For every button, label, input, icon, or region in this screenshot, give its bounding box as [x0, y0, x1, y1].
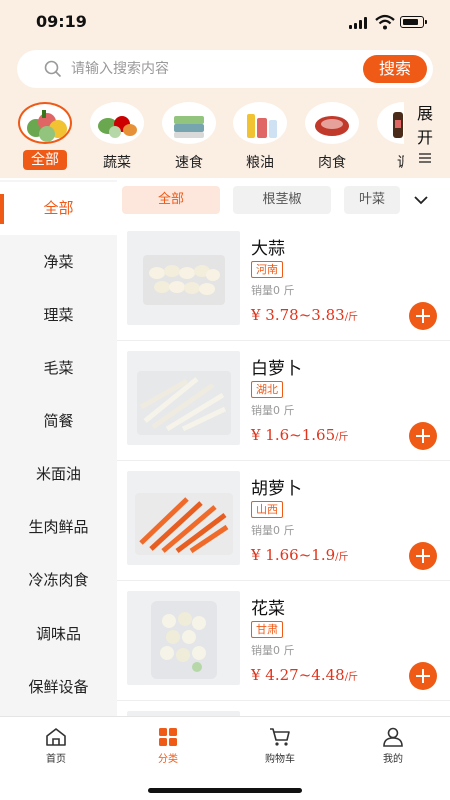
category-label: 速食 — [175, 155, 203, 171]
expand-label: 展开 — [416, 104, 433, 147]
search-input[interactable] — [71, 59, 361, 79]
product-item[interactable]: 白萝卜 湖北 销量0 斤 ¥ 1.6~1.65/斤 — [117, 342, 450, 461]
home-icon — [46, 728, 66, 746]
price: ¥ 4.27~4.48/斤 — [251, 666, 358, 684]
sales-count: 销量0 斤 — [251, 404, 295, 417]
search-bar: 搜索 — [17, 50, 433, 88]
sales-count: 销量0 斤 — [251, 524, 295, 537]
price-range: ¥ 1.6~1.65 — [251, 426, 336, 444]
product-image — [127, 231, 240, 325]
add-to-cart-button[interactable] — [409, 422, 437, 450]
price: ¥ 3.78~3.83/斤 — [251, 306, 358, 324]
vegetables-icon — [90, 102, 144, 144]
product-item[interactable] — [117, 702, 450, 716]
category-sidebar: 全部 净菜 理菜 毛菜 简餐 米面油 生肉鲜品 冷冻肉食 调味品 保鲜设备 — [0, 180, 117, 716]
sidebar-item-rice-flour-oil[interactable]: 米面油 — [0, 448, 117, 501]
price-unit: /斤 — [344, 312, 359, 323]
product-image — [127, 351, 240, 445]
category-grain-oil[interactable]: 粮油 — [230, 100, 290, 176]
nav-label: 购物车 — [265, 754, 295, 765]
category-label: 粮油 — [246, 155, 274, 171]
product-item[interactable]: 胡萝卜 山西 销量0 斤 ¥ 1.66~1.9/斤 — [117, 462, 450, 581]
nav-category[interactable]: 分类 — [128, 727, 208, 767]
category-all[interactable]: 全部 — [15, 100, 75, 176]
add-to-cart-button[interactable] — [409, 662, 437, 690]
sales-count: 销量0 斤 — [251, 644, 295, 657]
meat-icon — [305, 102, 359, 144]
sidebar-item-raw-veg[interactable]: 毛菜 — [0, 342, 117, 395]
category-seasoning[interactable]: 调 — [374, 100, 404, 176]
price-unit: /斤 — [335, 552, 349, 563]
chevron-down-icon[interactable] — [413, 194, 429, 206]
sidebar-item-fresh-meat[interactable]: 生肉鲜品 — [0, 501, 117, 554]
price: ¥ 1.6~1.65/斤 — [251, 426, 349, 444]
origin-badge: 山西 — [251, 501, 283, 518]
product-item[interactable]: 大蒜 河南 销量0 斤 ¥ 3.78~3.83/斤 — [117, 222, 450, 341]
wifi-icon — [375, 14, 395, 30]
subtab-all[interactable]: 全部 — [122, 186, 220, 214]
nav-home[interactable]: 首页 — [16, 727, 96, 767]
sidebar-item-clean-veg[interactable]: 净菜 — [0, 236, 117, 289]
sidebar-item-trimmed-veg[interactable]: 理菜 — [0, 289, 117, 342]
category-label: 肉食 — [318, 155, 346, 171]
sidebar-item-all[interactable]: 全部 — [0, 182, 117, 235]
category-fast-food[interactable]: 速食 — [159, 100, 219, 176]
origin-badge: 甘肃 — [251, 621, 283, 638]
header-area: 09:19 搜索 全部 — [0, 0, 450, 178]
user-icon — [383, 727, 403, 747]
category-grid-icon — [159, 728, 177, 746]
category-meat[interactable]: 肉食 — [302, 100, 362, 176]
product-image — [127, 471, 240, 565]
search-button[interactable]: 搜索 — [363, 55, 427, 83]
battery-icon — [400, 16, 427, 28]
subcategory-tabs: 全部 根茎椒 叶菜 — [117, 180, 450, 222]
subtab-root[interactable]: 根茎椒 — [233, 186, 331, 214]
home-indicator — [148, 788, 302, 793]
price-range: ¥ 1.66~1.9 — [251, 546, 336, 564]
fast-food-icon — [162, 102, 216, 144]
price-range: ¥ 4.27~4.48 — [251, 666, 345, 684]
product-item[interactable]: 花菜 甘肃 销量0 斤 ¥ 4.27~4.48/斤 — [117, 582, 450, 701]
list-icon — [419, 153, 431, 163]
sales-count: 销量0 斤 — [251, 284, 295, 297]
add-to-cart-button[interactable] — [409, 302, 437, 330]
category-row: 全部 蔬菜 速食 粮油 肉食 展开 — [0, 100, 450, 176]
product-image — [127, 591, 240, 685]
product-name: 花菜 — [251, 599, 285, 619]
product-name: 白萝卜 — [251, 359, 302, 379]
price: ¥ 1.66~1.9/斤 — [251, 546, 349, 564]
product-list: 大蒜 河南 销量0 斤 ¥ 3.78~3.83/斤 白萝卜 湖北 销量0 斤 ¥… — [117, 222, 450, 716]
price-range: ¥ 3.78~3.83 — [251, 306, 345, 324]
nav-label: 我的 — [383, 754, 403, 765]
category-label: 调 — [374, 152, 404, 172]
category-vegetables[interactable]: 蔬菜 — [87, 100, 147, 176]
category-label: 全部 — [23, 150, 67, 170]
product-name: 大蒜 — [251, 239, 285, 259]
status-bar: 09:19 — [0, 0, 450, 44]
cart-icon — [270, 728, 290, 746]
price-unit: /斤 — [344, 672, 359, 683]
subtab-leafy[interactable]: 叶菜 — [344, 186, 400, 214]
grain-oil-icon — [233, 102, 287, 144]
nav-label: 分类 — [158, 754, 178, 765]
signal-icon — [349, 17, 369, 29]
add-to-cart-button[interactable] — [409, 542, 437, 570]
sidebar-item-simple-meal[interactable]: 简餐 — [0, 395, 117, 448]
mixed-vegetables-icon — [18, 102, 72, 144]
nav-profile[interactable]: 我的 — [353, 727, 433, 767]
origin-badge: 河南 — [251, 261, 283, 278]
search-icon — [44, 60, 62, 78]
nav-cart[interactable]: 购物车 — [240, 727, 320, 767]
sidebar-item-seasoning[interactable]: 调味品 — [0, 608, 117, 661]
seasoning-icon — [377, 102, 404, 144]
price-unit: /斤 — [335, 432, 349, 443]
product-name: 胡萝卜 — [251, 479, 302, 499]
sidebar-item-frozen-meat[interactable]: 冷冻肉食 — [0, 554, 117, 607]
origin-badge: 湖北 — [251, 381, 283, 398]
nav-label: 首页 — [46, 754, 66, 765]
category-label: 蔬菜 — [103, 155, 131, 171]
status-time: 09:19 — [36, 12, 87, 31]
sidebar-item-fresh-equipment[interactable]: 保鲜设备 — [0, 661, 117, 714]
expand-button[interactable]: 展开 — [410, 102, 440, 164]
